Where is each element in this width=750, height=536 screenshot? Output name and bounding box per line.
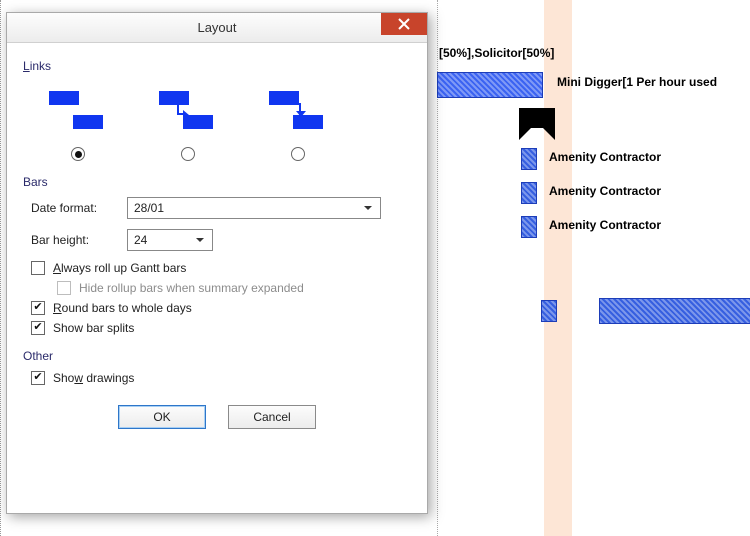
button-label: OK (153, 410, 170, 424)
gantt-task-bar[interactable] (521, 182, 537, 204)
close-icon (398, 18, 410, 30)
link-style-option-3[interactable] (263, 85, 333, 161)
link-style-option-2[interactable] (153, 85, 223, 161)
link-style-preview-icon (153, 85, 223, 133)
gantt-task-label: Amenity Contractor (549, 218, 661, 232)
checkbox-icon (31, 321, 45, 335)
dialog-title: Layout (7, 20, 427, 35)
gantt-task-label: Mini Digger[1 Per hour used (557, 75, 717, 89)
gantt-task-label: Amenity Contractor (549, 184, 661, 198)
link-style-options (23, 81, 411, 169)
gantt-task-bar[interactable] (521, 216, 537, 238)
gantt-task-bar[interactable] (599, 298, 750, 324)
checkbox-label: Hide rollup bars when summary expanded (79, 281, 304, 295)
checkbox-hide-rollup: Hide rollup bars when summary expanded (57, 281, 411, 295)
button-label: Cancel (253, 410, 290, 424)
checkbox-icon (57, 281, 71, 295)
checkbox-show-splits[interactable]: Show bar splits (31, 321, 411, 335)
gantt-task-bar[interactable] (541, 300, 557, 322)
checkbox-icon (31, 371, 45, 385)
checkbox-show-drawings[interactable]: Show drawings (31, 371, 411, 385)
date-format-value: 28/01 (134, 201, 360, 215)
checkbox-icon (31, 301, 45, 315)
bar-height-value: 24 (134, 233, 192, 247)
cancel-button[interactable]: Cancel (228, 405, 316, 429)
checkbox-label: Show bar splits (53, 321, 134, 335)
gantt-task-bar[interactable] (521, 148, 537, 170)
date-format-label: Date format: (31, 201, 117, 215)
close-button[interactable] (381, 13, 427, 35)
bar-height-label: Bar height: (31, 233, 117, 247)
link-style-preview-icon (263, 85, 333, 133)
ok-button[interactable]: OK (118, 405, 206, 429)
gantt-summary-marker[interactable] (519, 108, 555, 128)
section-header-links: Links (23, 59, 411, 73)
chevron-down-icon (360, 203, 376, 213)
link-style-radio[interactable] (71, 147, 85, 161)
date-format-select[interactable]: 28/01 (127, 197, 381, 219)
link-style-radio[interactable] (291, 147, 305, 161)
checkbox-icon (31, 261, 45, 275)
checkbox-label: Round bars to whole days (53, 301, 192, 315)
link-style-preview-icon (43, 85, 113, 133)
checkbox-round-bars[interactable]: Round bars to whole days (31, 301, 411, 315)
checkbox-label: Show drawings (53, 371, 134, 385)
section-header-other: Other (23, 349, 411, 363)
link-style-option-1[interactable] (43, 85, 113, 161)
chevron-down-icon (192, 235, 208, 245)
gantt-assignment-label: [50%],Solicitor[50%] (439, 46, 554, 60)
dialog-titlebar[interactable]: Layout (7, 13, 427, 43)
link-style-radio[interactable] (181, 147, 195, 161)
bar-height-select[interactable]: 24 (127, 229, 213, 251)
checkbox-always-rollup[interactable]: Always roll up Gantt bars (31, 261, 411, 275)
layout-dialog: Layout Links (6, 12, 428, 514)
section-header-bars: Bars (23, 175, 411, 189)
gantt-task-label: Amenity Contractor (549, 150, 661, 164)
gantt-task-bar[interactable] (437, 72, 543, 98)
checkbox-label: Always roll up Gantt bars (53, 261, 186, 275)
